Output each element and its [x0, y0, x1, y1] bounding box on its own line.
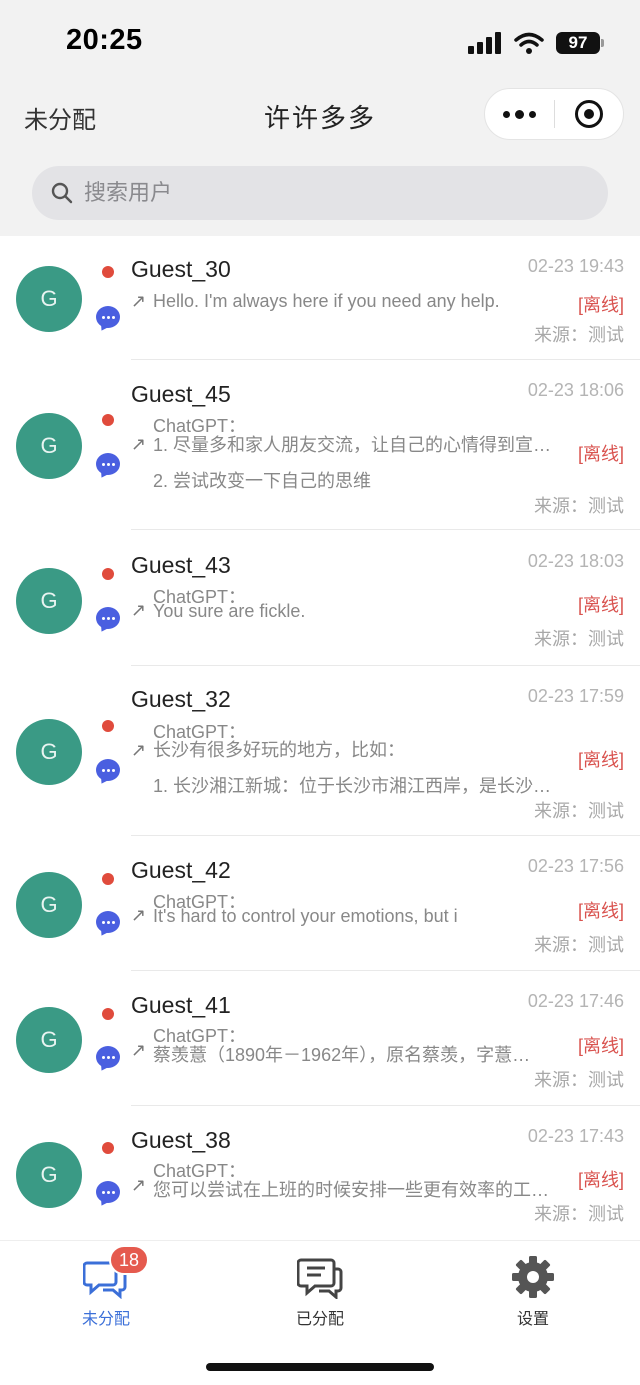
signal-icon — [468, 32, 501, 54]
chat-bubble-icon — [96, 607, 120, 629]
conversation-item[interactable]: G Guest_45 02-23 18:06 ChatGPT： ↗ 1. 尽量多… — [0, 360, 640, 530]
message-line: 2. 尝试改变一下自己的思维 — [153, 471, 372, 491]
message-line: You sure are fickle. — [153, 601, 306, 621]
unread-count-badge: 18 — [109, 1245, 150, 1275]
message-time: 02-23 18:03 — [527, 551, 624, 571]
avatar: G — [16, 568, 82, 634]
unread-dot — [102, 568, 114, 580]
status-badge: [离线] — [577, 750, 624, 770]
tab-assigned[interactable]: 已分配 — [260, 1255, 380, 1329]
message-line: Hello. I'm always here if you need any h… — [153, 291, 500, 311]
message-list-icon — [296, 1255, 343, 1301]
avatar: G — [16, 413, 82, 479]
nav-bar: 未分配 许许多多 — [0, 84, 640, 144]
conversation-item[interactable]: G Guest_41 02-23 17:46 ChatGPT： ↗ 蔡羡薏（18… — [0, 971, 640, 1106]
status-bar: 20:25 97 — [0, 0, 640, 80]
gear-icon — [510, 1255, 556, 1299]
message-line: 1. 长沙湘江新城：位于长沙市湘江西岸，是长沙… — [153, 776, 551, 796]
reply-arrow-icon: ↗ — [131, 291, 147, 311]
message-line: It's hard to control your emotions, but … — [153, 906, 458, 926]
status-badge: [离线] — [577, 901, 624, 921]
message-time: 02-23 17:46 — [527, 991, 624, 1011]
wifi-icon — [514, 32, 544, 54]
tab-unassigned[interactable]: 18 未分配 — [46, 1245, 166, 1329]
message-time: 02-23 17:59 — [527, 686, 624, 706]
tab-bar: 18 未分配 已分配 设置 — [0, 1240, 640, 1385]
reply-arrow-icon: ↗ — [131, 1175, 147, 1195]
message-time: 02-23 18:06 — [527, 380, 624, 400]
guest-name: Guest_41 — [131, 992, 231, 1018]
search-input[interactable] — [84, 180, 564, 206]
unread-dot — [102, 873, 114, 885]
search-bar[interactable] — [32, 166, 608, 220]
battery-icon: 97 — [556, 32, 604, 54]
source-label: 来源：测试 — [534, 1204, 624, 1224]
reply-arrow-icon: ↗ — [131, 600, 147, 620]
conversation-item[interactable]: G Guest_42 02-23 17:56 ChatGPT： ↗ It's h… — [0, 836, 640, 971]
home-indicator — [206, 1363, 434, 1371]
unread-dot — [102, 1008, 114, 1020]
guest-name: Guest_43 — [131, 552, 231, 578]
source-label: 来源：测试 — [534, 935, 624, 955]
status-badge: [离线] — [577, 295, 624, 315]
mini-program-capsule — [484, 88, 624, 140]
chat-bubbles-icon: 18 — [82, 1245, 150, 1300]
status-time: 20:25 — [66, 24, 143, 56]
source-label: 来源：测试 — [534, 496, 624, 516]
message-time: 02-23 19:43 — [527, 256, 624, 276]
avatar: G — [16, 1142, 82, 1208]
status-icons: 97 — [468, 28, 604, 58]
tab-settings[interactable]: 设置 — [473, 1255, 593, 1329]
chat-bubble-icon — [96, 1046, 120, 1068]
avatar: G — [16, 872, 82, 938]
avatar: G — [16, 266, 82, 332]
reply-arrow-icon: ↗ — [131, 1040, 147, 1060]
message-line: 您可以尝试在上班的时候安排一些更有效率的工… — [153, 1180, 549, 1200]
conversation-item[interactable]: G Guest_30 02-23 19:43 ↗ Hello. I'm alwa… — [0, 236, 640, 360]
status-badge: [离线] — [577, 1170, 624, 1190]
source-label: 来源：测试 — [534, 629, 624, 649]
chat-bubble-icon — [96, 759, 120, 781]
close-mini-program-icon[interactable] — [555, 89, 624, 139]
reply-arrow-icon: ↗ — [131, 434, 147, 454]
guest-name: Guest_42 — [131, 857, 231, 883]
message-line: 1. 尽量多和家人朋友交流，让自己的心情得到宣… — [153, 435, 551, 455]
message-time: 02-23 17:56 — [527, 856, 624, 876]
reply-arrow-icon: ↗ — [131, 740, 147, 760]
avatar: G — [16, 1007, 82, 1073]
tab-label: 未分配 — [81, 1311, 130, 1328]
message-line: 蔡羡薏（1890年－1962年），原名蔡羡，字薏… — [153, 1045, 531, 1065]
unread-dot — [102, 1142, 114, 1154]
status-badge: [离线] — [577, 1036, 624, 1056]
conversation-item[interactable]: G Guest_32 02-23 17:59 ChatGPT： ↗ 长沙有很多好… — [0, 666, 640, 836]
source-label: 来源：测试 — [534, 325, 624, 345]
chat-bubble-icon — [96, 306, 120, 328]
guest-name: Guest_30 — [131, 256, 231, 282]
status-badge: [离线] — [577, 595, 624, 615]
guest-name: Guest_38 — [131, 1127, 231, 1153]
source-label: 来源：测试 — [534, 1070, 624, 1090]
unread-dot — [102, 266, 114, 278]
chat-bubble-icon — [96, 453, 120, 475]
tab-label: 已分配 — [295, 1311, 344, 1328]
guest-name: Guest_32 — [131, 686, 231, 712]
search-icon — [51, 182, 73, 204]
message-time: 02-23 17:43 — [527, 1126, 624, 1146]
more-icon[interactable] — [485, 89, 554, 139]
status-badge: [离线] — [577, 444, 624, 464]
source-label: 来源：测试 — [534, 801, 624, 821]
avatar: G — [16, 719, 82, 785]
guest-name: Guest_45 — [131, 381, 231, 407]
message-line: 长沙有很多好玩的地方，比如： — [153, 740, 405, 760]
conversation-item[interactable]: G Guest_43 02-23 18:03 ChatGPT： ↗ You su… — [0, 530, 640, 666]
unread-dot — [102, 720, 114, 732]
conversation-item[interactable]: G Guest_38 02-23 17:43 ChatGPT： ↗ 您可以尝试在… — [0, 1106, 640, 1240]
unread-dot — [102, 414, 114, 426]
reply-arrow-icon: ↗ — [131, 905, 147, 925]
tab-label: 设置 — [516, 1311, 549, 1328]
chat-bubble-icon — [96, 911, 120, 933]
header-area: 20:25 97 未分配 许许多多 — [0, 0, 640, 236]
chat-bubble-icon — [96, 1181, 120, 1203]
